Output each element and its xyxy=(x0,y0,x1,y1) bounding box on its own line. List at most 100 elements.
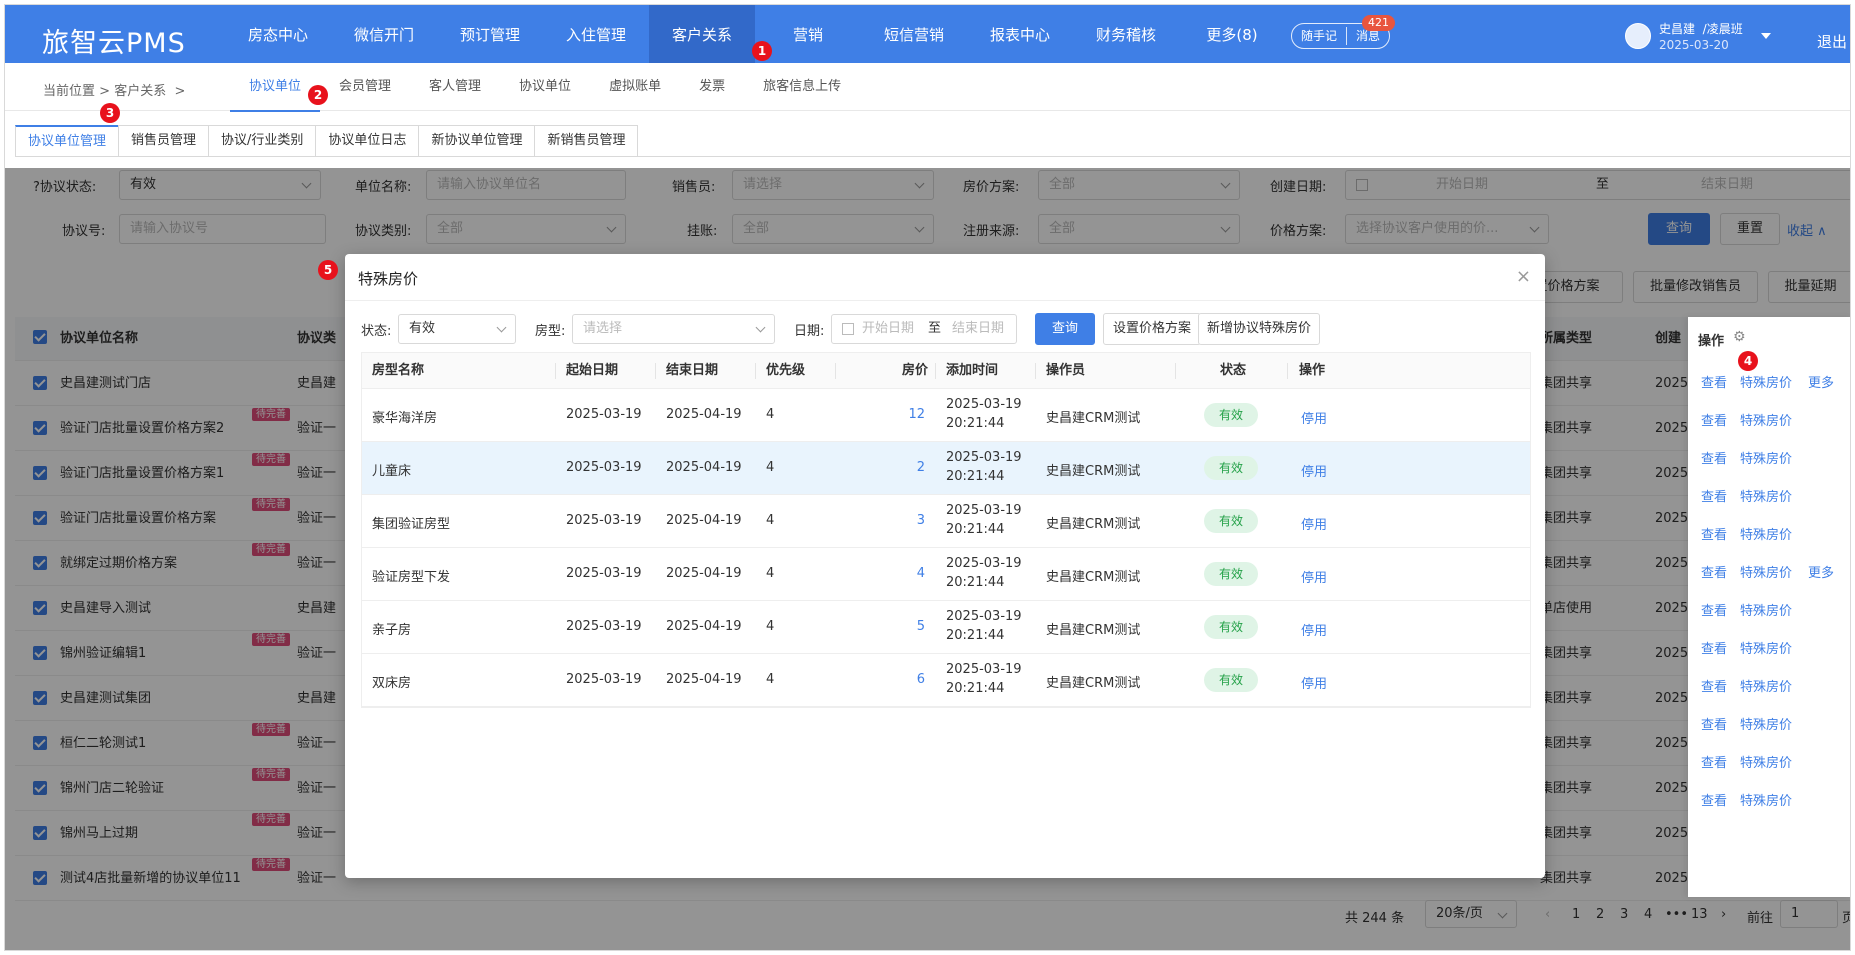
status-badge: 有效 xyxy=(1204,509,1259,533)
special-rate-link[interactable]: 特殊房价 xyxy=(1740,790,1792,809)
special-rate-row[interactable]: 豪华海洋房 2025-03-19 2025-04-19 4 12 2025-03-19 20… xyxy=(362,389,1530,442)
special-rate-link[interactable]: 特殊房价 xyxy=(1740,562,1792,581)
status-badge: 有效 xyxy=(1204,615,1259,639)
special-rate-link[interactable]: 特殊房价 xyxy=(1740,676,1792,695)
row-added-date: 2025-03-19 xyxy=(946,609,1022,624)
tab-new-agreement-unit[interactable]: 新协议单位管理 xyxy=(418,125,536,157)
special-rate-link[interactable]: 特殊房价 xyxy=(1740,714,1792,733)
more-link[interactable]: 更多 xyxy=(1808,562,1834,581)
nav-checkin[interactable]: 入住管理 xyxy=(543,5,649,63)
top-navbar: 旅智云PMS 房态中心 微信开门 预订管理 入住管理 客户关系 营销 短信营销 … xyxy=(5,5,1850,63)
nav-wechat-door[interactable]: 微信开门 xyxy=(331,5,437,63)
nav-reports[interactable]: 报表中心 xyxy=(967,5,1073,63)
view-link[interactable]: 查看 xyxy=(1701,524,1727,543)
nav-finance[interactable]: 财务稽核 xyxy=(1073,5,1179,63)
gear-icon[interactable]: ⚙ xyxy=(1733,329,1746,345)
view-link[interactable]: 查看 xyxy=(1701,562,1727,581)
special-rate-row[interactable]: 亲子房 2025-03-19 2025-04-19 4 5 2025-03-19 20:21… xyxy=(362,601,1530,654)
logout-button[interactable]: 退出 xyxy=(1817,31,1847,52)
modal-roomtype-placeholder: 请选择 xyxy=(583,321,623,336)
special-rate-link[interactable]: 特殊房价 xyxy=(1740,448,1792,467)
tab-divider xyxy=(15,156,1850,157)
special-rate-link[interactable]: 特殊房价 xyxy=(1740,752,1792,771)
nav-customer-relations[interactable]: 客户关系 xyxy=(649,5,755,63)
special-rate-link[interactable]: 特殊房价 xyxy=(1740,524,1792,543)
row-price-link[interactable]: 6 xyxy=(917,672,925,687)
row-price-link[interactable]: 12 xyxy=(908,407,925,422)
close-icon[interactable]: × xyxy=(1516,266,1531,287)
col-end-date: 结束日期 xyxy=(666,363,719,378)
nav-room-status[interactable]: 房态中心 xyxy=(225,5,331,63)
subnav-virtual-bill[interactable]: 虚拟账单 xyxy=(590,63,680,111)
row-price-link[interactable]: 5 xyxy=(917,619,925,634)
view-link[interactable]: 查看 xyxy=(1701,410,1727,429)
chevron-down-icon[interactable] xyxy=(1761,33,1771,39)
user-shift: /凌晨班 xyxy=(1702,22,1743,36)
subnav-agreement-unit[interactable]: 协议单位 xyxy=(230,63,321,112)
col-price: 房价 xyxy=(902,363,929,378)
tab-new-sales[interactable]: 新销售员管理 xyxy=(534,125,639,157)
row-price-link[interactable]: 3 xyxy=(917,513,925,528)
tab-agreement-log[interactable]: 协议单位日志 xyxy=(315,125,420,157)
view-link[interactable]: 查看 xyxy=(1701,676,1727,695)
tab-agreement-unit-mgmt[interactable]: 协议单位管理 xyxy=(15,125,120,157)
view-link[interactable]: 查看 xyxy=(1701,638,1727,657)
modal-status-select[interactable]: 有效 xyxy=(398,314,516,344)
disable-link[interactable]: 停用 xyxy=(1301,514,1327,533)
row-price-link[interactable]: 2 xyxy=(917,460,925,475)
view-link[interactable]: 查看 xyxy=(1701,448,1727,467)
user-name[interactable]: 史昌建 /凌晨班 xyxy=(1659,21,1743,37)
view-link[interactable]: 查看 xyxy=(1701,714,1727,733)
special-rate-link[interactable]: 特殊房价 xyxy=(1740,638,1792,657)
chevron-down-icon xyxy=(496,322,507,333)
row-operator: 史昌建CRM测试 xyxy=(1046,411,1141,426)
view-link[interactable]: 查看 xyxy=(1701,752,1727,771)
op-row: 查看 特殊房价 xyxy=(1688,399,1850,437)
special-rate-link[interactable]: 特殊房价 xyxy=(1740,486,1792,505)
modal-add-special-rate-button[interactable]: 新增协议特殊房价 xyxy=(1198,313,1320,345)
view-link[interactable]: 查看 xyxy=(1701,600,1727,619)
row-operator: 史昌建CRM测试 xyxy=(1046,517,1141,532)
modal-set-plan-button[interactable]: 设置价格方案 xyxy=(1103,313,1201,345)
subnav-agreement-unit-2[interactable]: 协议单位 xyxy=(500,63,590,111)
view-link[interactable]: 查看 xyxy=(1701,486,1727,505)
row-price-link[interactable]: 4 xyxy=(917,566,925,581)
modal-query-button[interactable]: 查询 xyxy=(1035,313,1095,345)
modal-roomtype-select[interactable]: 请选择 xyxy=(572,314,775,344)
special-rate-row[interactable]: 儿童床 2025-03-19 2025-04-19 4 2 2025-03-19 20:21… xyxy=(362,442,1530,495)
nav-more[interactable]: 更多(8) xyxy=(1179,5,1285,63)
special-rate-link[interactable]: 特殊房价 xyxy=(1740,410,1792,429)
subnav-invoice[interactable]: 发票 xyxy=(680,63,744,111)
breadcrumb-separator: > xyxy=(99,84,111,99)
special-rate-row[interactable]: 集团验证房型 2025-03-19 2025-04-19 4 3 2025-03-19 20… xyxy=(362,495,1530,548)
breadcrumb-section[interactable]: 客户关系 xyxy=(114,84,166,99)
op-row: 查看 特殊房价 xyxy=(1688,627,1850,665)
special-rate-row[interactable]: 双床房 2025-03-19 2025-04-19 4 6 2025-03-19 20:21… xyxy=(362,654,1530,707)
nav-booking[interactable]: 预订管理 xyxy=(437,5,543,63)
modal-date-range[interactable]: 开始日期至结束日期 xyxy=(831,314,1017,344)
col-operator: 操作员 xyxy=(1046,363,1086,378)
row-room-type: 集团验证房型 xyxy=(372,517,451,532)
subnav-guest[interactable]: 客人管理 xyxy=(410,63,500,111)
nav-sms-marketing[interactable]: 短信营销 xyxy=(861,5,967,63)
subnav-member[interactable]: 会员管理 xyxy=(320,63,410,111)
view-link[interactable]: 查看 xyxy=(1701,790,1727,809)
op-row: 查看 特殊房价 xyxy=(1688,589,1850,627)
disable-link[interactable]: 停用 xyxy=(1301,567,1327,586)
tab-agreement-category[interactable]: 协议/行业类别 xyxy=(208,125,317,157)
special-rate-table: 房型名称 起始日期 结束日期 优先级 房价 添加时间 操作员 状态 操作 豪华海… xyxy=(361,352,1531,708)
disable-link[interactable]: 停用 xyxy=(1301,673,1327,692)
subnav-guest-upload[interactable]: 旅客信息上传 xyxy=(744,63,860,111)
disable-link[interactable]: 停用 xyxy=(1301,620,1327,639)
disable-link[interactable]: 停用 xyxy=(1301,461,1327,480)
special-rate-row[interactable]: 验证房型下发 2025-03-19 2025-04-19 4 4 2025-03-19 20… xyxy=(362,548,1530,601)
row-end-date: 2025-04-19 xyxy=(666,460,742,475)
disable-link[interactable]: 停用 xyxy=(1301,408,1327,427)
special-rate-link[interactable]: 特殊房价 xyxy=(1740,372,1792,391)
view-link[interactable]: 查看 xyxy=(1701,372,1727,391)
special-rate-link[interactable]: 特殊房价 xyxy=(1740,600,1792,619)
user-avatar[interactable] xyxy=(1625,23,1651,49)
tab-sales-mgmt[interactable]: 销售员管理 xyxy=(118,125,210,157)
notes-button[interactable]: 随手记 xyxy=(1292,24,1346,48)
more-link[interactable]: 更多 xyxy=(1808,372,1834,391)
